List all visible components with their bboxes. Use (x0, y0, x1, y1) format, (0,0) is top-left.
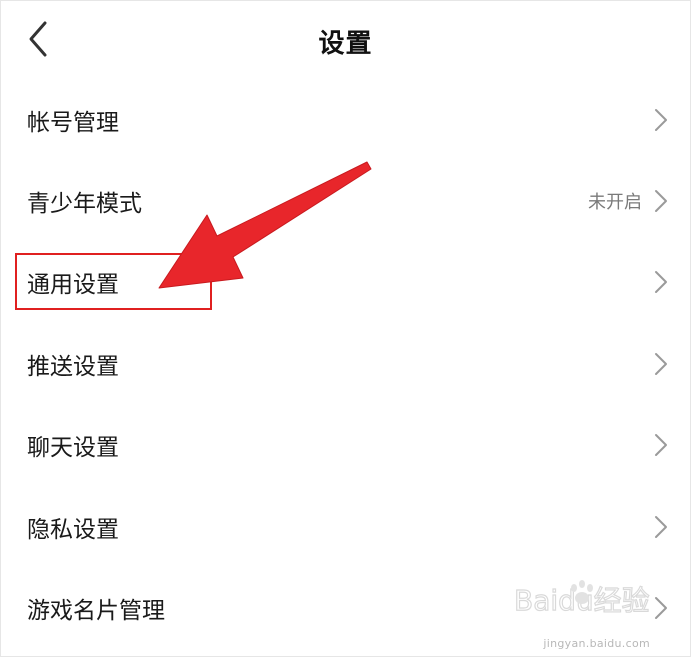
chevron-right-icon (655, 434, 667, 457)
chevron-right-icon (655, 108, 667, 131)
settings-item-account[interactable]: 帐号管理 (1, 79, 690, 160)
settings-item-label: 青少年模式 (27, 191, 142, 218)
settings-item-label: 游戏名片管理 (27, 598, 165, 625)
chevron-right-icon (655, 515, 667, 538)
settings-item-general[interactable]: 通用设置 (1, 242, 690, 323)
chevron-right-icon (655, 190, 667, 213)
settings-item-label: 隐私设置 (27, 516, 119, 543)
chevron-right-icon (655, 352, 667, 375)
settings-item-chat[interactable]: 聊天设置 (1, 405, 690, 486)
app-screen: 设置 帐号管理 青少年模式 未开启 通用设置 推送设置 聊天设置 隐私设置 游戏… (0, 0, 691, 657)
settings-item-label: 通用设置 (27, 272, 119, 299)
page-title: 设置 (318, 29, 373, 59)
chevron-right-icon (655, 597, 667, 620)
settings-item-label: 聊天设置 (27, 435, 119, 462)
settings-item-privacy[interactable]: 隐私设置 (1, 486, 690, 567)
settings-item-push[interactable]: 推送设置 (1, 323, 690, 404)
chevron-right-icon (655, 271, 667, 294)
settings-item-label: 推送设置 (27, 353, 119, 380)
teen-mode-status: 未开启 (588, 192, 642, 214)
settings-item-teen-mode[interactable]: 青少年模式 未开启 (1, 160, 690, 241)
watermark-url: jingyan.baidu.com (543, 637, 650, 650)
settings-list: 帐号管理 青少年模式 未开启 通用设置 推送设置 聊天设置 隐私设置 游戏名片管… (1, 79, 690, 649)
settings-item-label: 帐号管理 (27, 109, 119, 136)
nav-header: 设置 (1, 1, 690, 79)
